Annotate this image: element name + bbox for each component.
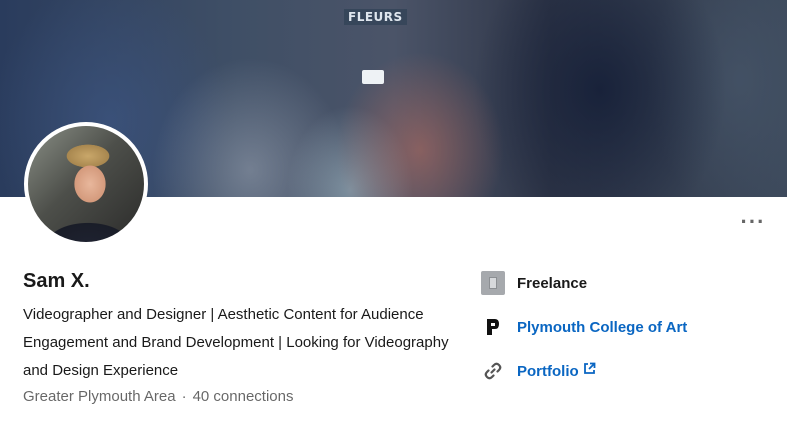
cover-shop-sign: FLEURS <box>344 9 407 25</box>
profile-avatar[interactable] <box>24 122 148 246</box>
profile-name: Sam X. <box>23 270 90 292</box>
portfolio-link-text[interactable]: Portfolio <box>517 363 579 380</box>
profile-headline: Videographer and Designer | Aesthetic Co… <box>23 306 449 379</box>
cover-arrow-sign <box>362 70 384 84</box>
profile-connections[interactable]: 40 connections <box>193 388 294 405</box>
school-name[interactable]: Plymouth College of Art <box>517 319 687 336</box>
profile-meta: Greater Plymouth Area · 40 connections <box>23 388 293 405</box>
profile-links: Freelance Plymouth College of Art Portfo… <box>481 271 687 403</box>
company-name[interactable]: Freelance <box>517 275 587 292</box>
school-link[interactable]: Plymouth College of Art <box>481 315 687 339</box>
more-horizontal-icon: ··· <box>740 209 766 234</box>
school-logo-icon <box>481 315 505 339</box>
company-logo-icon <box>481 271 505 295</box>
link-chain-icon <box>481 359 505 383</box>
company-link[interactable]: Freelance <box>481 271 687 295</box>
external-link-icon <box>583 362 596 380</box>
more-options-button[interactable]: ··· <box>738 210 768 234</box>
website-link[interactable]: Portfolio <box>481 359 687 383</box>
profile-location: Greater Plymouth Area <box>23 388 176 405</box>
meta-separator: · <box>181 388 187 405</box>
